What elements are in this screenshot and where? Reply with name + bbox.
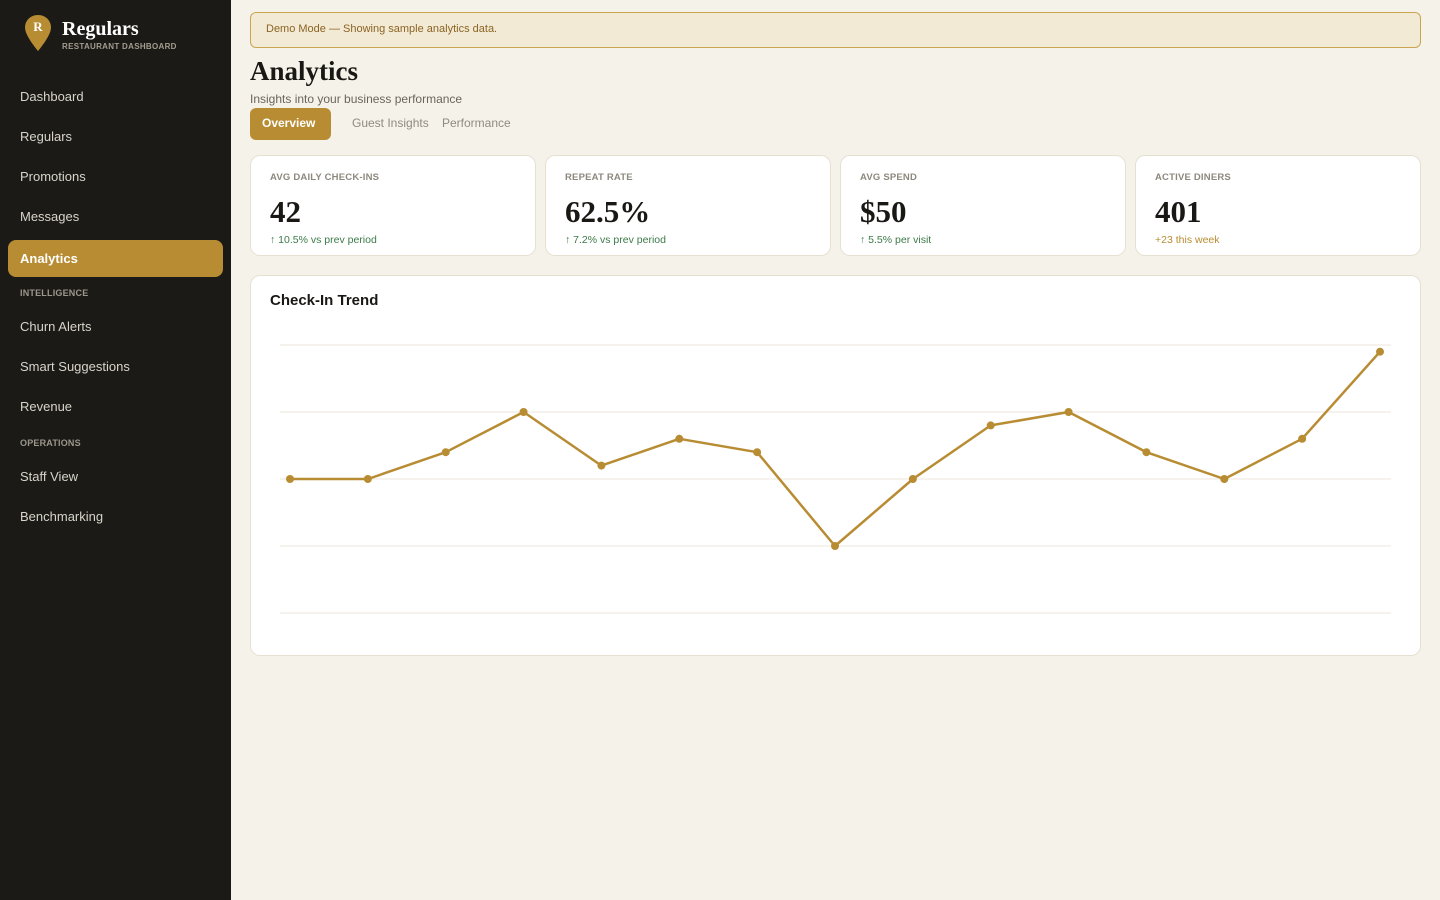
- chart-point[interactable]: [831, 542, 839, 550]
- brand-subtitle: RESTAURANT DASHBOARD: [62, 42, 177, 51]
- logo-letter: R: [33, 19, 43, 34]
- stat-value: 62.5%: [565, 194, 651, 229]
- stat-card-repeat-rate: REPEAT RATE 62.5% ↑ 7.2% vs prev period: [545, 155, 831, 256]
- chart-series-line: [290, 350, 1381, 548]
- stat-delta: +23 this week: [1155, 234, 1220, 246]
- sidebar-item-smart-suggestions[interactable]: Smart Suggestions: [8, 348, 223, 385]
- chart-point[interactable]: [519, 408, 528, 416]
- stat-label: AVG DAILY CHECK-INS: [270, 172, 380, 183]
- chart-point[interactable]: [675, 434, 684, 443]
- sidebar-item-staff-view[interactable]: Staff View: [8, 458, 223, 495]
- sidebar-item-regulars[interactable]: Regulars: [8, 118, 223, 155]
- sidebar-item-messages[interactable]: Messages: [8, 198, 223, 235]
- tab-performance[interactable]: Performance: [442, 108, 511, 140]
- stat-value: $50: [860, 194, 907, 229]
- stat-card-avg-daily-check-ins: AVG DAILY CHECK-INS 42 ↑ 10.5% vs prev p…: [250, 155, 536, 256]
- chart-point[interactable]: [753, 448, 762, 457]
- stat-card-avg-spend: AVG SPEND $50 ↑ 5.5% per visit: [840, 155, 1126, 256]
- sidebar-item-promotions[interactable]: Promotions: [8, 158, 223, 195]
- brand[interactable]: R Regulars RESTAURANT DASHBOARD: [24, 14, 224, 54]
- stat-label: ACTIVE DINERS: [1155, 172, 1231, 183]
- stat-label: AVG SPEND: [860, 172, 918, 183]
- chart-point[interactable]: [908, 475, 917, 483]
- stat-value: 42: [270, 194, 301, 229]
- sidebar-item-revenue[interactable]: Revenue: [8, 388, 223, 425]
- chart-point[interactable]: [441, 448, 450, 457]
- stat-delta: ↑ 5.5% per visit: [860, 234, 932, 246]
- chart-point[interactable]: [1142, 448, 1151, 457]
- sidebar-item-analytics[interactable]: Analytics: [8, 240, 223, 277]
- sidebar-section-operations: OPERATIONS: [20, 438, 81, 448]
- chart-point[interactable]: [1220, 475, 1229, 483]
- stat-delta: ↑ 7.2% vs prev period: [565, 234, 666, 246]
- chart-point[interactable]: [597, 461, 606, 470]
- stat-card-active-diners: ACTIVE DINERS 401 +23 this week: [1135, 155, 1421, 256]
- sidebar-item-dashboard[interactable]: Dashboard: [8, 78, 223, 115]
- demo-mode-banner: Demo Mode — Showing sample analytics dat…: [250, 12, 1421, 48]
- sidebar-item-churn-alerts[interactable]: Churn Alerts: [8, 308, 223, 345]
- chart-title: Check-In Trend: [270, 292, 379, 309]
- tab-guest-insights[interactable]: Guest Insights: [352, 108, 429, 140]
- stat-delta: ↑ 10.5% vs prev period: [270, 234, 377, 246]
- stat-label: REPEAT RATE: [565, 172, 633, 183]
- sidebar-item-benchmarking[interactable]: Benchmarking: [8, 498, 223, 535]
- brand-name: Regulars: [62, 18, 139, 40]
- sidebar-section-intelligence: INTELLIGENCE: [20, 288, 89, 298]
- chart-point[interactable]: [1064, 408, 1073, 416]
- chart-point[interactable]: [1376, 347, 1384, 356]
- chart-point[interactable]: [363, 475, 372, 483]
- chart-point[interactable]: [986, 421, 995, 430]
- chart-point[interactable]: [1298, 434, 1307, 443]
- page-subtitle: Insights into your business performance: [250, 92, 463, 106]
- page-title: Analytics: [250, 56, 358, 86]
- tab-overview[interactable]: Overview: [250, 108, 331, 140]
- chart-point[interactable]: [286, 475, 294, 483]
- check-in-trend-card: Check-In Trend: [250, 275, 1421, 656]
- logo-pin-icon: R: [25, 15, 51, 51]
- sidebar: R Regulars RESTAURANT DASHBOARD Dashboar…: [0, 0, 231, 900]
- stat-value: 401: [1155, 194, 1202, 229]
- check-in-trend-chart: [280, 344, 1391, 614]
